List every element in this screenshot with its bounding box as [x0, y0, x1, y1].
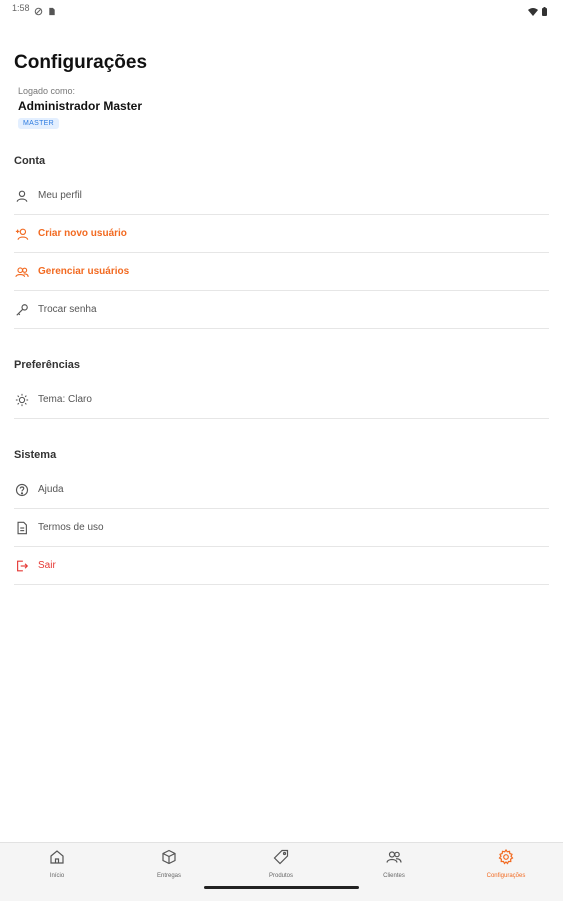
gear-icon: [498, 848, 514, 870]
menu-item-sair[interactable]: Sair: [14, 547, 549, 585]
nav-item-inicio[interactable]: Início: [1, 849, 113, 879]
menu-item-termos-de-uso[interactable]: Termos de uso: [14, 509, 549, 547]
nav-item-produtos[interactable]: Produtos: [225, 849, 337, 879]
nav-label: Produtos: [268, 873, 293, 879]
menu-item-label: Sair: [38, 560, 56, 571]
menu-item-label: Criar novo usuário: [38, 228, 127, 239]
conta-list: Meu perfil Criar novo usuário Gerenciar …: [14, 177, 549, 329]
users-icon: [386, 849, 402, 870]
preferencias-list: Tema: Claro: [14, 381, 549, 419]
status-bar: 1:58: [0, 0, 563, 18]
menu-item-label: Ajuda: [38, 484, 64, 495]
menu-item-criar-novo-usuario[interactable]: Criar novo usuário: [14, 215, 549, 253]
key-icon: [14, 302, 30, 318]
menu-item-gerenciar-usuarios[interactable]: Gerenciar usuários: [14, 253, 549, 291]
nav-label: Configurações: [486, 873, 526, 879]
nav-item-configuracoes[interactable]: Configurações: [450, 848, 562, 879]
help-circle-icon: [14, 482, 30, 498]
status-time: 1:58: [12, 3, 30, 13]
nav-label: Clientes: [383, 873, 405, 879]
sistema-list: Ajuda Termos de uso Sair: [14, 471, 549, 585]
menu-item-trocar-senha[interactable]: Trocar senha: [14, 291, 549, 329]
menu-item-meu-perfil[interactable]: Meu perfil: [14, 177, 549, 215]
menu-item-label: Tema: Claro: [38, 394, 92, 405]
home-icon: [49, 849, 65, 870]
menu-item-tema[interactable]: Tema: Claro: [14, 381, 549, 419]
user-name: Administrador Master: [18, 99, 143, 113]
document-icon: [14, 520, 30, 536]
section-label-preferencias: Preferências: [14, 359, 81, 371]
menu-item-label: Gerenciar usuários: [38, 266, 130, 277]
section-label-sistema: Sistema: [14, 449, 57, 461]
user-plus-icon: [14, 226, 30, 242]
wifi-icon: [528, 3, 538, 21]
nav-label: Início: [49, 873, 65, 879]
menu-item-label: Meu perfil: [38, 190, 82, 201]
page-title: Configurações: [14, 52, 148, 73]
menu-item-label: Termos de uso: [38, 522, 104, 533]
nav-item-clientes[interactable]: Clientes: [338, 849, 450, 879]
menu-item-ajuda[interactable]: Ajuda: [14, 471, 549, 509]
sun-icon: [14, 392, 30, 408]
box-icon: [161, 849, 177, 870]
battery-icon: [542, 3, 547, 21]
home-indicator[interactable]: [204, 886, 359, 889]
nav-item-entregas[interactable]: Entregas: [113, 849, 225, 879]
users-icon: [14, 264, 30, 280]
user-icon: [14, 188, 30, 204]
section-label-conta: Conta: [14, 155, 46, 167]
menu-item-label: Trocar senha: [38, 304, 97, 315]
role-badge: MASTER: [18, 118, 59, 129]
bottom-navigation: Início Entregas Produtos Clientes Config…: [0, 842, 563, 901]
settings-status-icon: [34, 3, 43, 21]
logged-as-label: Logado como:: [18, 86, 76, 96]
sim-card-icon: [48, 3, 56, 21]
nav-label: Entregas: [156, 873, 181, 879]
tag-icon: [273, 849, 289, 870]
logout-icon: [14, 558, 30, 574]
